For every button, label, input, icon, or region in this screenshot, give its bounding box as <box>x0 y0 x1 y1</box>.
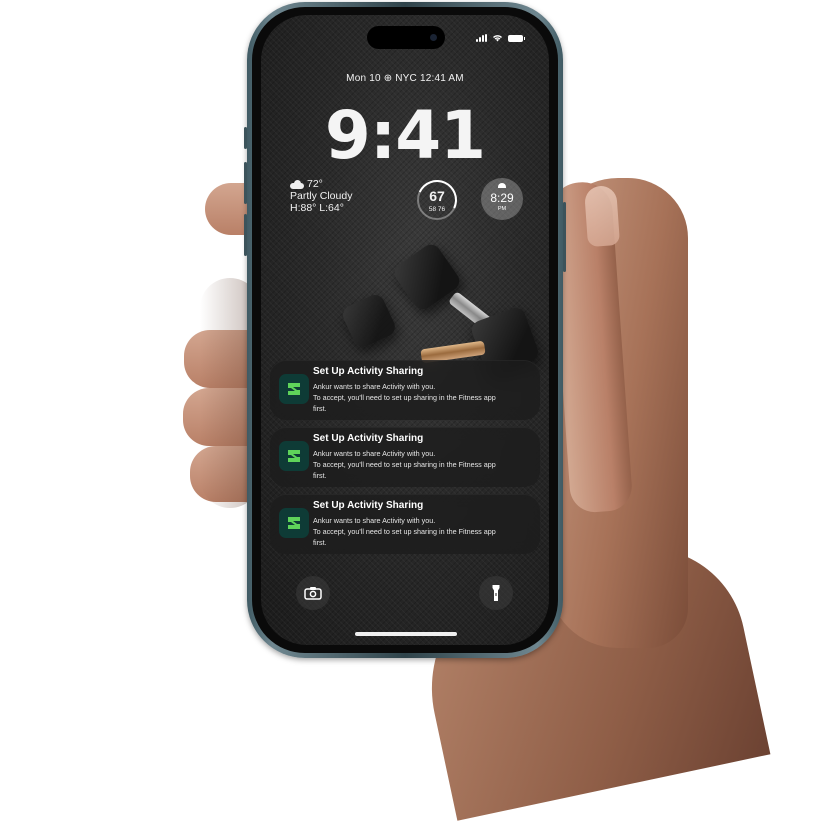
iphone-device: Mon 10 ⊕ NYC 12:41 AM 9:41 72° Partly Cl… <box>244 2 566 658</box>
notification-line: To accept, you'll need to set up sharing… <box>313 460 496 469</box>
notification-line: Ankur wants to share Activity with you. <box>313 382 436 391</box>
notification-body: Ankur wants to share Activity with you. … <box>313 381 531 414</box>
partly-cloudy-icon <box>290 179 304 189</box>
notification-title: Set Up Activity Sharing <box>313 366 424 377</box>
flashlight-icon <box>492 585 500 601</box>
action-button <box>244 127 247 149</box>
gauge-value: 67 <box>429 188 445 204</box>
notification-card[interactable]: Set Up Activity Sharing Ankur wants to s… <box>270 360 540 420</box>
date-line: Mon 10 ⊕ NYC 12:41 AM <box>346 73 464 84</box>
battery-icon <box>508 34 525 42</box>
front-camera <box>430 34 437 41</box>
fitness-app-icon <box>279 374 309 404</box>
sunset-period: PM <box>497 206 507 212</box>
weather-temperature: 72° <box>307 178 323 190</box>
flashlight-button[interactable] <box>479 576 513 610</box>
weather-condition: Partly Cloudy <box>290 190 353 202</box>
sunset-time: 8:29 <box>490 191 514 205</box>
notification-title: Set Up Activity Sharing <box>313 500 424 511</box>
notification-line: first. <box>313 538 327 547</box>
gauge-range: 58 76 <box>428 206 446 213</box>
home-indicator[interactable] <box>355 632 457 636</box>
notification-card[interactable]: Set Up Activity Sharing Ankur wants to s… <box>270 494 540 554</box>
notification-title: Set Up Activity Sharing <box>313 433 424 444</box>
fitness-app-icon <box>279 508 309 538</box>
camera-icon <box>304 587 322 600</box>
lock-screen[interactable]: Mon 10 ⊕ NYC 12:41 AM 9:41 72° Partly Cl… <box>261 15 549 645</box>
volume-down-button <box>244 214 247 256</box>
notification-body: Ankur wants to share Activity with you. … <box>313 515 531 548</box>
temperature-gauge-widget[interactable]: 67 58 76 <box>410 173 463 226</box>
weather-high-low: H:88° L:64° <box>290 202 344 214</box>
status-bar <box>476 34 525 42</box>
side-button <box>563 202 566 272</box>
notification-line: To accept, you'll need to set up sharing… <box>313 393 496 402</box>
notification-line: Ankur wants to share Activity with you. <box>313 449 436 458</box>
scene: Mon 10 ⊕ NYC 12:41 AM 9:41 72° Partly Cl… <box>0 0 814 821</box>
notification-line: Ankur wants to share Activity with you. <box>313 516 436 525</box>
notification-line: first. <box>313 471 327 480</box>
notification-line: first. <box>313 404 327 413</box>
weather-widget[interactable]: 72° Partly Cloudy H:88° L:64° <box>290 178 352 214</box>
dynamic-island <box>367 26 445 49</box>
notification-body: Ankur wants to share Activity with you. … <box>313 448 531 481</box>
sunset-widget[interactable]: 8:29 PM <box>481 178 523 220</box>
thumb-nail <box>583 184 621 248</box>
camera-button[interactable] <box>296 576 330 610</box>
volume-up-button <box>244 162 247 204</box>
notification-card[interactable]: Set Up Activity Sharing Ankur wants to s… <box>270 427 540 487</box>
notification-line: To accept, you'll need to set up sharing… <box>313 527 496 536</box>
fitness-app-icon <box>279 441 309 471</box>
lock-clock: 9:41 <box>324 97 486 174</box>
signal-icon <box>476 34 487 42</box>
wifi-icon <box>493 35 502 42</box>
sunset-icon <box>498 183 506 188</box>
